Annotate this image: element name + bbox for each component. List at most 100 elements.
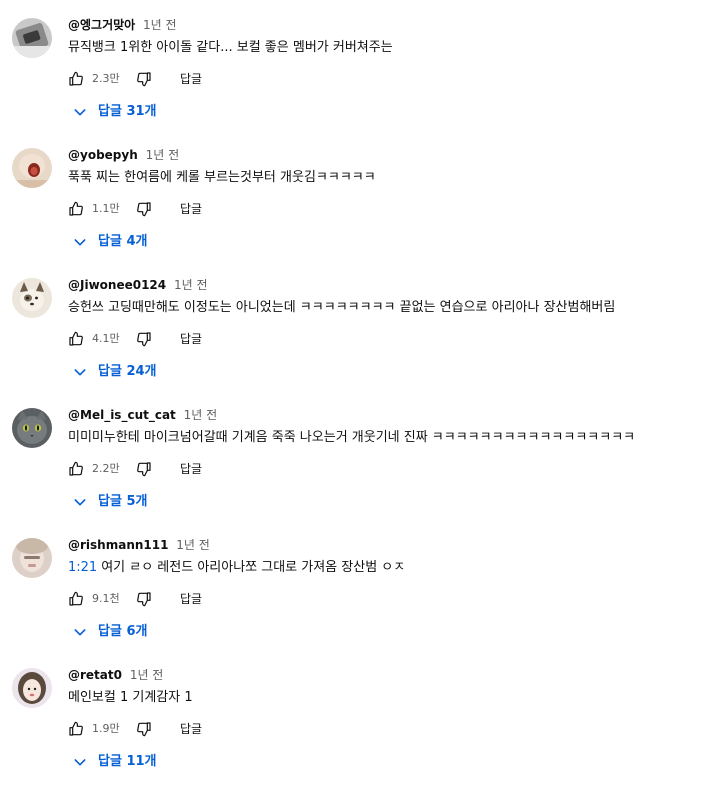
comment-body: 푹푹 찌는 한여름에 케롤 부르는것부터 개웃김ㅋㅋㅋㅋㅋ xyxy=(68,170,376,185)
view-replies-button[interactable]: 답글 6개 xyxy=(72,621,147,643)
replies-count: 답글 6개 xyxy=(98,624,148,639)
dislike-button[interactable] xyxy=(136,458,154,480)
like-count: 2.3만 xyxy=(92,72,120,85)
author-name[interactable]: @엥그거맞아 xyxy=(68,18,135,32)
published-time[interactable]: 1년 전 xyxy=(174,278,208,292)
thumbs-up-icon xyxy=(69,721,83,736)
like-count: 2.2만 xyxy=(92,462,120,475)
comment-thread: @엥그거맞아 1년 전 뮤직뱅크 1위한 아이돌 같다... 보컬 좋은 멤버가… xyxy=(0,0,706,130)
comment-header: @yobepyh 1년 전 xyxy=(68,146,179,164)
replies-count: 답글 5개 xyxy=(98,494,148,509)
comment-actions: 4.1만 답글 xyxy=(68,328,368,350)
chevron-down-icon xyxy=(74,109,86,116)
published-time[interactable]: 1년 전 xyxy=(130,668,164,682)
comment-thread: @rishmann111 1년 전 1:21 여기 ㄹㅇ 레전드 아리아나쪼 그대… xyxy=(0,520,706,650)
view-replies-button[interactable]: 답글 5개 xyxy=(72,491,147,513)
author-name[interactable]: @yobepyh xyxy=(68,148,138,162)
chevron-down-icon xyxy=(74,369,86,376)
replies-count: 답글 31개 xyxy=(98,104,157,119)
reply-button[interactable]: 답글 xyxy=(180,720,202,738)
comment-body: 여기 ㄹㅇ 레전드 아리아나쪼 그대로 가져옴 장산범 ㅇㅈ xyxy=(101,560,406,575)
like-count: 1.1만 xyxy=(92,202,120,215)
like-button[interactable] xyxy=(68,718,86,740)
thumbs-up-icon xyxy=(69,201,83,216)
thumbs-down-icon xyxy=(137,722,151,737)
comment-text: 뮤직뱅크 1위한 아이돌 같다... 보컬 좋은 멤버가 커버쳐주는 xyxy=(68,38,393,58)
comment-header: @Mel_is_cut_cat 1년 전 xyxy=(68,406,217,424)
thumbs-down-icon xyxy=(137,332,151,347)
like-button[interactable] xyxy=(68,328,86,350)
reply-button[interactable]: 답글 xyxy=(180,200,202,218)
avatar[interactable] xyxy=(12,278,52,318)
comment-header: @rishmann111 1년 전 xyxy=(68,536,210,554)
avatar[interactable] xyxy=(12,408,52,448)
published-time[interactable]: 1년 전 xyxy=(146,148,180,162)
comment-body: 뮤직뱅크 1위한 아이돌 같다... 보컬 좋은 멤버가 커버쳐주는 xyxy=(68,40,393,55)
like-count: 9.1천 xyxy=(92,592,120,605)
comment-actions: 1.9만 답글 xyxy=(68,718,368,740)
comment-text: 메인보컬 1 기계감자 1 xyxy=(68,688,193,708)
like-count: 4.1만 xyxy=(92,332,120,345)
chevron-down-icon xyxy=(74,629,86,636)
dislike-button[interactable] xyxy=(136,198,154,220)
comment-text: 푹푹 찌는 한여름에 케롤 부르는것부터 개웃김ㅋㅋㅋㅋㅋ xyxy=(68,168,376,188)
comment-thread: @Mel_is_cut_cat 1년 전 미미미누한테 마이크넘어갈때 기계음 … xyxy=(0,390,706,520)
avatar[interactable] xyxy=(12,538,52,578)
dislike-button[interactable] xyxy=(136,588,154,610)
comment-header: @retat0 1년 전 xyxy=(68,666,163,684)
chevron-down-icon xyxy=(74,759,86,766)
like-button[interactable] xyxy=(68,68,86,90)
avatar[interactable] xyxy=(12,18,52,58)
comment-body: 메인보컬 1 기계감자 1 xyxy=(68,690,193,705)
published-time[interactable]: 1년 전 xyxy=(143,18,177,32)
author-name[interactable]: @Mel_is_cut_cat xyxy=(68,408,176,422)
like-count: 1.9만 xyxy=(92,722,120,735)
comment-actions: 9.1천 답글 xyxy=(68,588,368,610)
comment-body: 미미미누한테 마이크넘어갈때 기계음 죽죽 나오는거 개웃기네 진짜 ㅋㅋㅋㅋㅋ… xyxy=(68,430,636,445)
comment-thread: @Jiwonee0124 1년 전 승헌쓰 고딩때만해도 이정도는 아니었는데 … xyxy=(0,260,706,390)
avatar[interactable] xyxy=(12,668,52,708)
thumbs-up-icon xyxy=(69,331,83,346)
avatar[interactable] xyxy=(12,148,52,188)
comment-thread: @yobepyh 1년 전 푹푹 찌는 한여름에 케롤 부르는것부터 개웃김ㅋㅋ… xyxy=(0,130,706,260)
thumbs-down-icon xyxy=(137,592,151,607)
comment-body: 승헌쓰 고딩때만해도 이정도는 아니었는데 ㅋㅋㅋㅋㅋㅋㅋㅋ 끝없는 연습으로 … xyxy=(68,300,616,315)
view-replies-button[interactable]: 답글 11개 xyxy=(72,751,157,773)
thumbs-down-icon xyxy=(137,202,151,217)
dislike-button[interactable] xyxy=(136,328,154,350)
dislike-button[interactable] xyxy=(136,718,154,740)
comment-text: 승헌쓰 고딩때만해도 이정도는 아니었는데 ㅋㅋㅋㅋㅋㅋㅋㅋ 끝없는 연습으로 … xyxy=(68,298,615,318)
view-replies-button[interactable]: 답글 4개 xyxy=(72,231,147,253)
replies-count: 답글 4개 xyxy=(98,234,148,249)
author-name[interactable]: @retat0 xyxy=(68,668,122,682)
like-button[interactable] xyxy=(68,588,86,610)
author-name[interactable]: @rishmann111 xyxy=(68,538,168,552)
chevron-down-icon xyxy=(74,239,86,246)
reply-button[interactable]: 답글 xyxy=(180,590,202,608)
published-time[interactable]: 1년 전 xyxy=(176,538,210,552)
thumbs-down-icon xyxy=(137,462,151,477)
comment-thread: @retat0 1년 전 메인보컬 1 기계감자 1 1.9만 답글 답글 11… xyxy=(0,650,706,780)
published-time[interactable]: 1년 전 xyxy=(184,408,218,422)
view-replies-button[interactable]: 답글 24개 xyxy=(72,361,157,383)
view-replies-button[interactable]: 답글 31개 xyxy=(72,101,157,123)
reply-button[interactable]: 답글 xyxy=(180,330,202,348)
reply-button[interactable]: 답글 xyxy=(180,460,202,478)
comment-actions: 2.2만 답글 xyxy=(68,458,368,480)
thumbs-up-icon xyxy=(69,461,83,476)
author-name[interactable]: @Jiwonee0124 xyxy=(68,278,166,292)
thumbs-up-icon xyxy=(69,71,83,86)
comment-text: 1:21 여기 ㄹㅇ 레전드 아리아나쪼 그대로 가져옴 장산범 ㅇㅈ xyxy=(68,558,405,578)
comment-header: @엥그거맞아 1년 전 xyxy=(68,16,177,34)
like-button[interactable] xyxy=(68,458,86,480)
reply-button[interactable]: 답글 xyxy=(180,70,202,88)
timestamp-link[interactable]: 1:21 xyxy=(68,560,97,575)
comment-header: @Jiwonee0124 1년 전 xyxy=(68,276,208,294)
thumbs-down-icon xyxy=(137,72,151,87)
like-button[interactable] xyxy=(68,198,86,220)
replies-count: 답글 24개 xyxy=(98,364,157,379)
replies-count: 답글 11개 xyxy=(98,754,157,769)
comment-actions: 2.3만 답글 xyxy=(68,68,368,90)
dislike-button[interactable] xyxy=(136,68,154,90)
chevron-down-icon xyxy=(74,499,86,506)
